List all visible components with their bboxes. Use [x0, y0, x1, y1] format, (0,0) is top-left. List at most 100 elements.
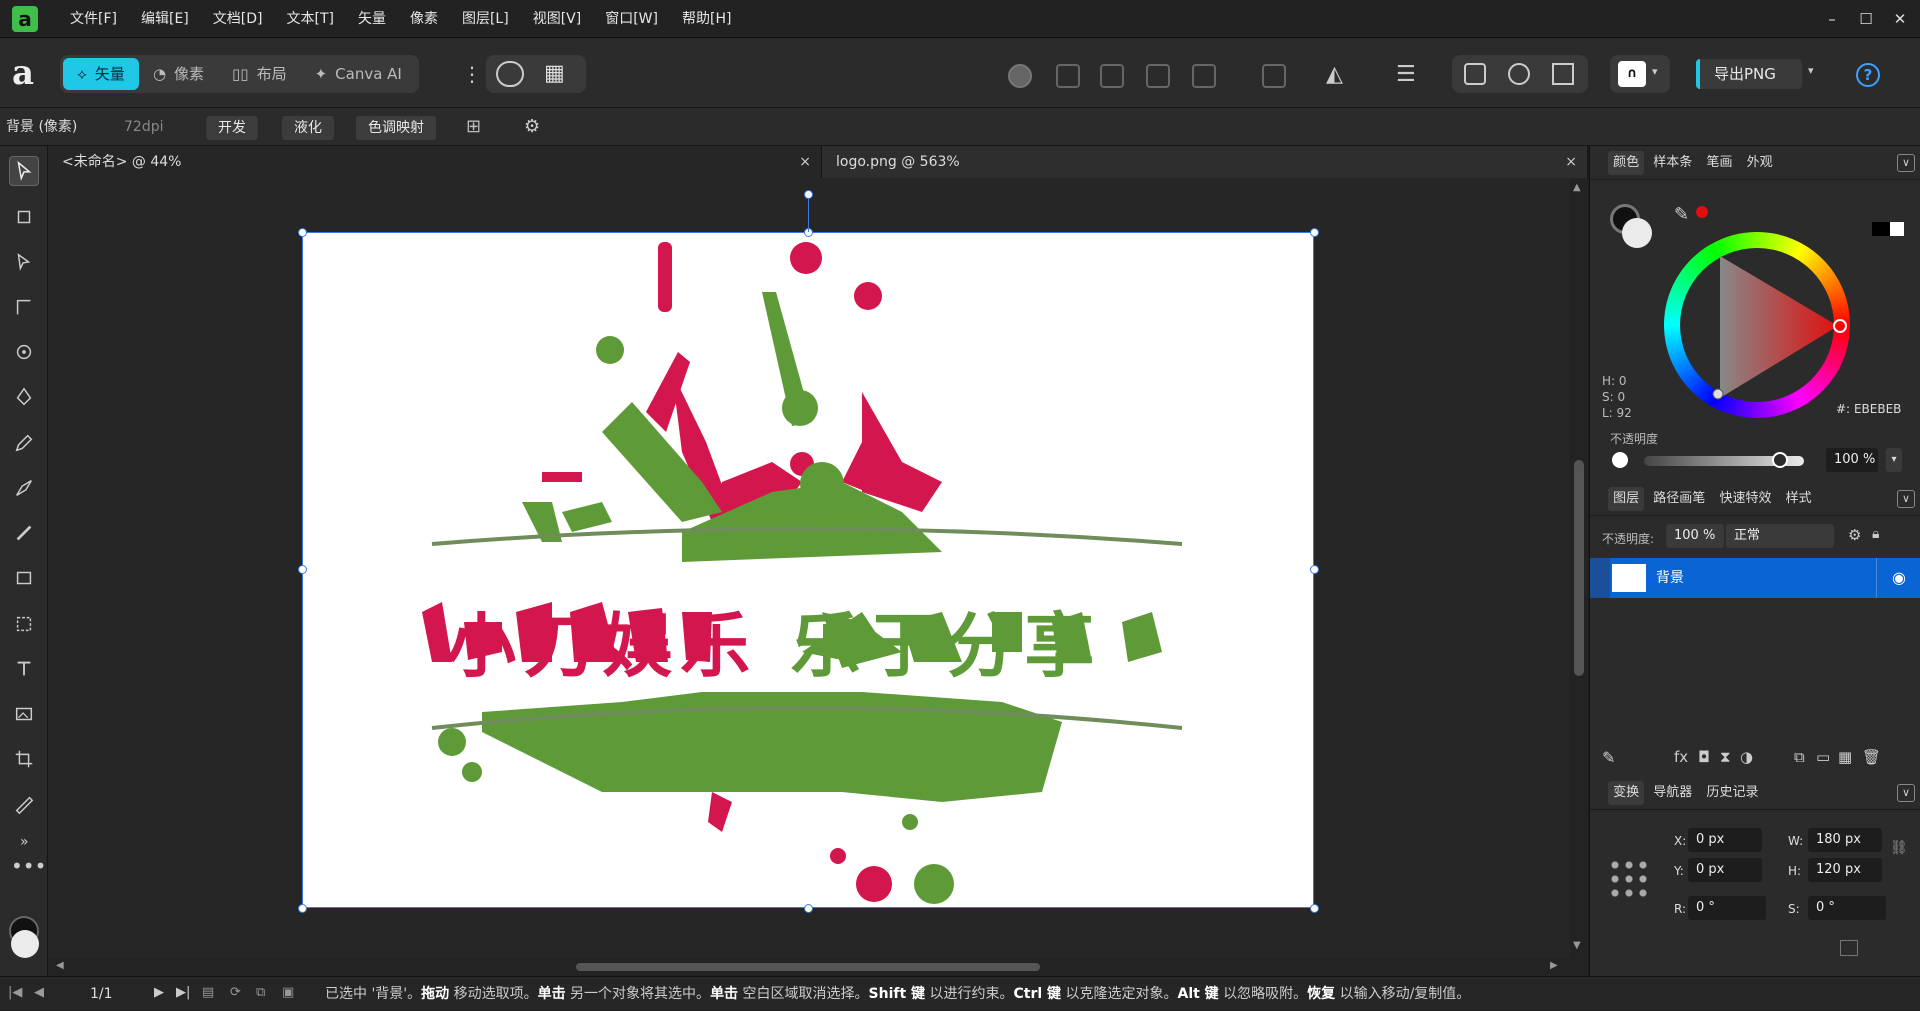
- link-icon[interactable]: ⛓︎: [1890, 840, 1908, 856]
- resize-handle[interactable]: [804, 904, 813, 913]
- corner-tool-icon[interactable]: [9, 292, 39, 322]
- y-field[interactable]: 0 px: [1688, 858, 1762, 882]
- boolean-intersect-icon[interactable]: [1100, 64, 1124, 88]
- edit-icon[interactable]: ✎: [1602, 748, 1615, 767]
- crop-tool-icon[interactable]: [9, 744, 39, 774]
- align-icon[interactable]: ☰: [1396, 62, 1416, 87]
- scroll-right-icon[interactable]: ▶: [1550, 960, 1558, 971]
- scroll-left-icon[interactable]: ◀: [56, 960, 64, 971]
- menu-document[interactable]: 文档[D]: [201, 0, 275, 38]
- prev-page-icon[interactable]: ◀: [34, 985, 44, 1000]
- opacity-field[interactable]: 100 %: [1826, 448, 1878, 472]
- chevron-down-icon[interactable]: ∨: [1897, 490, 1915, 508]
- delete-page-icon[interactable]: ▣: [282, 985, 294, 1000]
- eyedropper-icon[interactable]: ✎: [1674, 204, 1689, 225]
- width-field[interactable]: 180 px: [1808, 828, 1882, 852]
- bounding-box-icon[interactable]: [1552, 63, 1574, 85]
- tab-layers[interactable]: 图层: [1608, 487, 1645, 511]
- tab-navigator[interactable]: 导航器: [1648, 776, 1697, 810]
- menu-help[interactable]: 帮助[H]: [670, 0, 743, 38]
- close-icon[interactable]: ✕: [1878, 0, 1920, 38]
- boolean-divide-icon[interactable]: [1192, 64, 1216, 88]
- text-frame-icon[interactable]: [496, 61, 524, 87]
- scroll-up-icon[interactable]: ▲: [1573, 182, 1581, 193]
- point-transform-icon[interactable]: [9, 337, 39, 367]
- menu-edit[interactable]: 编辑[E]: [129, 0, 201, 38]
- document-canvas[interactable]: [302, 232, 1314, 908]
- layer-row-background[interactable]: 背景 ◉: [1590, 558, 1920, 598]
- rotation-field[interactable]: 0 °: [1688, 896, 1766, 920]
- scrollbar-thumb[interactable]: [576, 963, 1040, 971]
- height-field[interactable]: 120 px: [1808, 858, 1882, 882]
- lock-icon[interactable]: 🔒︎: [1872, 526, 1879, 542]
- horizontal-scrollbar[interactable]: ◀ ▶: [48, 958, 1588, 976]
- pen-tool-icon[interactable]: [9, 382, 39, 412]
- vertical-scrollbar[interactable]: ▲ ▼: [1570, 178, 1588, 958]
- liquify-button[interactable]: 液化: [282, 116, 334, 140]
- vector-brush-icon[interactable]: [9, 473, 39, 503]
- menu-layer[interactable]: 图层[L]: [450, 0, 521, 38]
- fill-color-icon[interactable]: [11, 930, 39, 958]
- mask-icon[interactable]: ◘: [1698, 748, 1710, 766]
- shear-field[interactable]: 0 °: [1808, 896, 1886, 920]
- node-tool-icon[interactable]: [9, 247, 39, 277]
- blend-mode-select[interactable]: 正常: [1726, 524, 1834, 548]
- arrange-icon[interactable]: [1262, 64, 1286, 88]
- text-tool-icon[interactable]: [9, 654, 39, 684]
- link-pages-icon[interactable]: ⟳: [230, 985, 241, 1000]
- menu-pixel[interactable]: 像素: [398, 0, 450, 38]
- menu-window[interactable]: 窗口[W]: [593, 0, 670, 38]
- grid-icon[interactable]: ⊞: [466, 116, 481, 137]
- scrollbar-thumb[interactable]: [1574, 460, 1584, 676]
- boolean-subtract-icon[interactable]: [1056, 64, 1080, 88]
- shape-builder-icon[interactable]: [9, 609, 39, 639]
- transform-option-icon[interactable]: [1840, 940, 1858, 956]
- boolean-xor-icon[interactable]: [1146, 64, 1170, 88]
- tab-path-brushes[interactable]: 路径画笔: [1648, 482, 1710, 516]
- expand-icon[interactable]: »: [20, 834, 29, 850]
- doc-tab-untitled[interactable]: <未命名> @ 44% ×: [48, 146, 822, 178]
- saturation-triangle[interactable]: [1664, 232, 1850, 418]
- tab-history[interactable]: 历史记录: [1701, 776, 1763, 810]
- move-tool-icon[interactable]: [9, 156, 39, 186]
- opacity-slider-handle[interactable]: [1772, 452, 1788, 468]
- more-icon[interactable]: •••: [11, 854, 46, 878]
- page-options-icon[interactable]: ▤: [202, 985, 214, 1000]
- rotation-handle[interactable]: [804, 190, 813, 199]
- chevron-down-icon[interactable]: ∨: [1897, 784, 1915, 802]
- image-tool-icon[interactable]: [9, 699, 39, 729]
- pixel-layer-icon[interactable]: ▦: [1838, 748, 1852, 766]
- persona-layout-button[interactable]: ▯▯ 布局: [218, 58, 301, 90]
- node-icon[interactable]: [1508, 63, 1530, 85]
- transform-origin-icon[interactable]: [1464, 63, 1486, 85]
- fill-tool-icon[interactable]: [9, 518, 39, 548]
- tab-quick-fx[interactable]: 快速特效: [1714, 482, 1776, 516]
- tab-appearance[interactable]: 外观: [1742, 146, 1778, 180]
- doc-tab-logo[interactable]: logo.png @ 563% ×: [822, 146, 1588, 178]
- grid-icon[interactable]: ▦: [544, 61, 565, 87]
- persona-pixel-button[interactable]: ◔ 像素: [139, 58, 218, 90]
- resize-handle[interactable]: [298, 565, 307, 574]
- chevron-down-icon[interactable]: ∨: [1897, 154, 1915, 172]
- add-layer-icon[interactable]: ⧉: [1794, 748, 1805, 766]
- more-icon[interactable]: ⋮: [462, 62, 482, 86]
- folder-icon[interactable]: ▭: [1816, 748, 1830, 766]
- resize-handle[interactable]: [1310, 904, 1319, 913]
- chevron-down-icon[interactable]: ▾: [1886, 448, 1902, 472]
- pencil-tool-icon[interactable]: [9, 428, 39, 458]
- close-tab-icon[interactable]: ×: [1565, 146, 1577, 178]
- resize-handle[interactable]: [1310, 565, 1319, 574]
- artboard-tool-icon[interactable]: [9, 202, 39, 232]
- resize-handle[interactable]: [1310, 228, 1319, 237]
- persona-canva-ai-button[interactable]: ✦ Canva AI: [301, 58, 416, 90]
- develop-button[interactable]: 开发: [206, 116, 258, 140]
- adjustment-icon[interactable]: ⧗: [1720, 748, 1731, 766]
- next-page-icon[interactable]: ▶: [154, 985, 164, 1000]
- first-page-icon[interactable]: |◀: [8, 985, 22, 1000]
- black-swatch-icon[interactable]: [1872, 222, 1890, 236]
- fx-icon[interactable]: fx: [1674, 748, 1688, 766]
- persona-vector-button[interactable]: ⟡ 矢量: [63, 58, 139, 90]
- tab-swatches[interactable]: 样本条: [1648, 146, 1697, 180]
- help-icon[interactable]: ?: [1856, 63, 1880, 87]
- white-swatch-icon[interactable]: [1890, 222, 1904, 236]
